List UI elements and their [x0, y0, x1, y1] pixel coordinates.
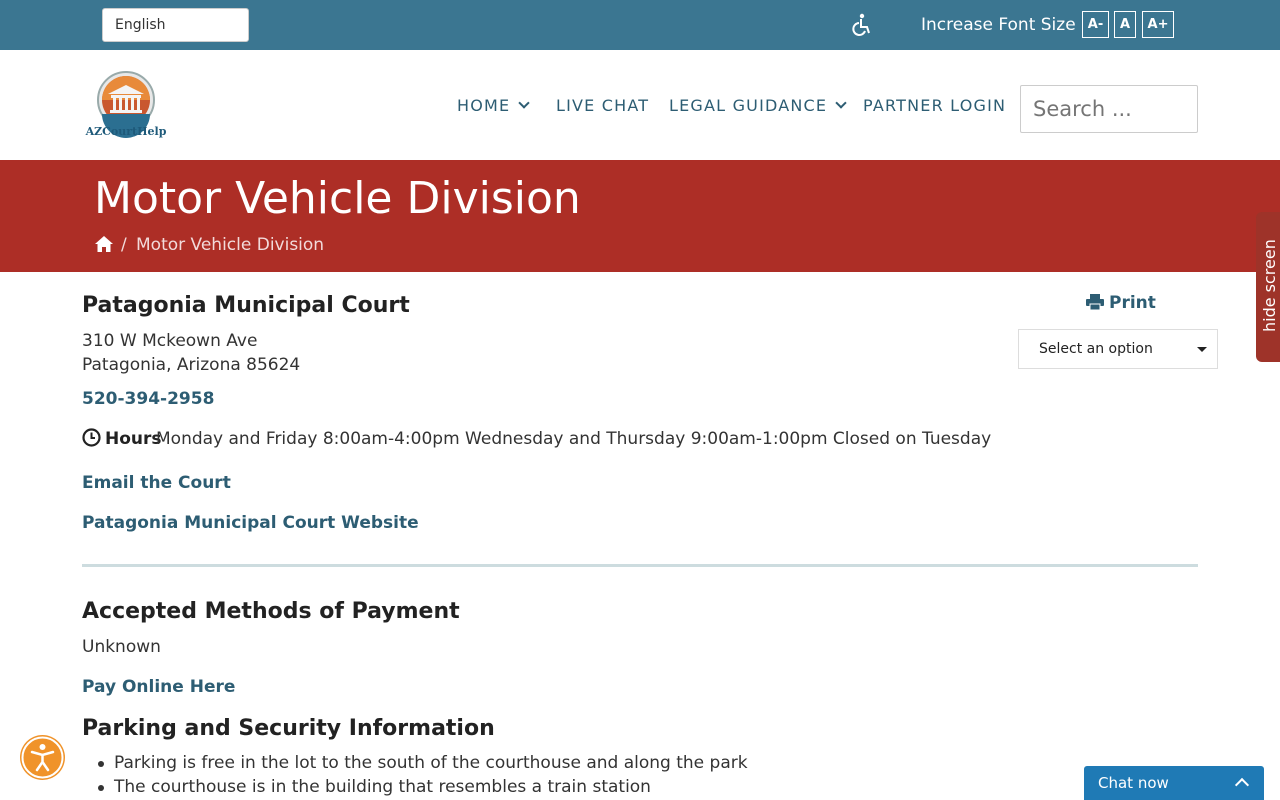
- nav-legal-guidance[interactable]: LEGAL GUIDANCE: [669, 96, 847, 115]
- payment-value: Unknown: [82, 637, 161, 657]
- home-icon[interactable]: [94, 235, 114, 253]
- chevron-down-icon: [835, 97, 847, 109]
- print-label: Print: [1109, 293, 1156, 313]
- page-title: Motor Vehicle Division: [94, 173, 581, 224]
- breadcrumb-separator: /: [121, 235, 127, 255]
- pay-online-link[interactable]: Pay Online Here: [82, 677, 235, 697]
- hide-screen-label: hide screen: [1260, 239, 1279, 332]
- parking-heading: Parking and Security Information: [82, 716, 495, 741]
- list-item: Parking is free in the lot to the south …: [98, 753, 748, 773]
- logo-text: AZCourtHelp: [85, 125, 167, 138]
- font-increase-button[interactable]: A+: [1142, 11, 1174, 38]
- court-website-link[interactable]: Patagonia Municipal Court Website: [82, 513, 419, 533]
- hours-text: Monday and Friday 8:00am-4:00pm Wednesda…: [156, 429, 992, 449]
- font-decrease-button[interactable]: A-: [1082, 11, 1109, 38]
- option-select[interactable]: Select an option: [1018, 329, 1218, 369]
- court-name: Patagonia Municipal Court: [82, 293, 410, 318]
- caret-down-icon: [1197, 347, 1207, 352]
- address-line2: Patagonia, Arizona 85624: [82, 355, 301, 375]
- payment-heading: Accepted Methods of Payment: [82, 599, 460, 624]
- search-input[interactable]: [1020, 85, 1198, 133]
- option-select-value: Select an option: [1039, 341, 1153, 357]
- chat-now-button[interactable]: Chat now: [1084, 766, 1264, 800]
- nav-legal-guidance-label: LEGAL GUIDANCE: [669, 96, 828, 115]
- clock-icon: [82, 428, 101, 447]
- list-item: The courthouse is in the building that r…: [98, 777, 651, 797]
- language-select[interactable]: English: [102, 8, 249, 42]
- wheelchair-icon[interactable]: [849, 12, 875, 38]
- breadcrumb-current: Motor Vehicle Division: [136, 235, 325, 255]
- address-line1: 310 W Mckeown Ave: [82, 331, 258, 351]
- print-button[interactable]: Print: [1086, 293, 1156, 313]
- font-normal-button[interactable]: A: [1114, 11, 1136, 38]
- accessibility-widget-icon[interactable]: [20, 735, 65, 780]
- chevron-up-icon: [1234, 777, 1250, 793]
- printer-icon: [1086, 294, 1104, 310]
- phone-link[interactable]: 520-394-2958: [82, 389, 214, 409]
- section-divider: [82, 564, 1198, 567]
- nav-live-chat[interactable]: LIVE CHAT: [556, 96, 649, 115]
- nav-partner-login[interactable]: PARTNER LOGIN: [863, 96, 1006, 115]
- nav-home[interactable]: HOME: [457, 96, 531, 115]
- email-court-link[interactable]: Email the Court: [82, 473, 231, 493]
- hours-label: Hours: [105, 429, 162, 449]
- chevron-down-icon: [518, 97, 531, 109]
- chat-now-label: Chat now: [1098, 774, 1169, 792]
- nav-home-label: HOME: [457, 96, 511, 115]
- font-size-label: Increase Font Size: [921, 15, 1076, 35]
